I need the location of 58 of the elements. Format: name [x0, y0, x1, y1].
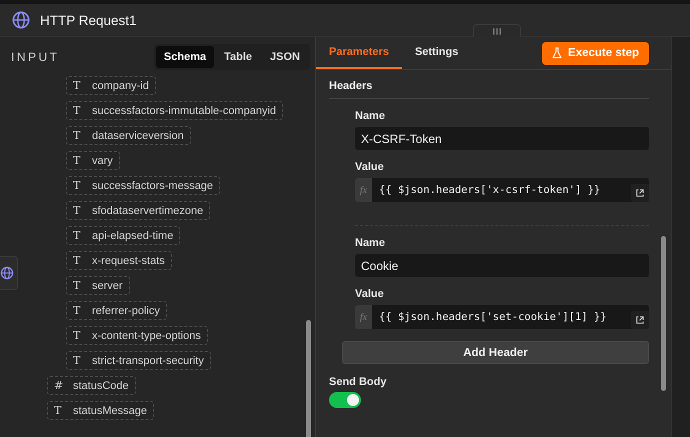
field-label: Send Body [329, 376, 388, 388]
type-icon: T [73, 104, 83, 117]
expand-button[interactable] [631, 184, 649, 202]
type-icon: T [73, 154, 83, 167]
schema-field[interactable]: T x-content-type-options [66, 326, 208, 345]
type-icon: T [73, 329, 83, 342]
window-title: HTTP Request1 [40, 12, 137, 28]
schema-field[interactable]: T strict-transport-security [66, 351, 211, 370]
flask-icon [552, 47, 562, 59]
schema-field[interactable]: T company-id [66, 76, 156, 95]
expression-field[interactable]: fx {{ $json.headers['x-csrf-token'] }} [355, 178, 649, 202]
type-icon: T [73, 279, 83, 292]
schema-field[interactable]: T api-elapsed-time [66, 226, 180, 245]
schema-field[interactable]: T x-request-stats [66, 251, 172, 270]
schema-field[interactable]: T referrer-policy [66, 301, 167, 320]
drag-handle[interactable] [473, 24, 521, 37]
view-tab[interactable]: Schema [156, 46, 214, 68]
input-field[interactable]: Cookie [355, 254, 649, 277]
schema-field[interactable]: # statusCode [47, 376, 136, 395]
field-label: Value [355, 288, 385, 300]
schema-field[interactable]: T dataserviceversion [66, 126, 191, 145]
type-icon: T [73, 179, 83, 192]
view-tab[interactable]: JSON [262, 46, 308, 68]
schema-field[interactable]: T server [66, 276, 130, 295]
schema-field[interactable]: T successfactors-message [66, 176, 220, 195]
input-field[interactable]: X-CSRF-Token [355, 127, 649, 150]
type-icon: T [73, 129, 83, 142]
view-tab[interactable]: Table [216, 46, 260, 68]
field-label: Value [355, 161, 385, 173]
fx-icon: fx [355, 178, 372, 202]
fx-icon: fx [355, 305, 372, 329]
panel-label: INPUT [11, 50, 60, 64]
open-editor-icon [636, 316, 644, 324]
panel-tab[interactable]: Settings [402, 37, 472, 69]
type-icon: T [73, 304, 83, 317]
panel-tab[interactable]: Parameters [316, 37, 402, 69]
open-editor-icon [636, 188, 644, 196]
type-icon: T [73, 204, 83, 217]
type-icon: T [73, 79, 83, 92]
schema-field[interactable]: T successfactors-immutable-companyid [66, 101, 284, 120]
type-icon: T [73, 229, 83, 242]
globe-icon [0, 266, 14, 280]
section-title: Headers [329, 80, 649, 99]
schema-field[interactable]: T sfodataservertimezone [66, 201, 210, 220]
node-button[interactable] [0, 256, 18, 290]
toggle-switch[interactable] [329, 392, 361, 408]
field-label: Name [355, 110, 386, 122]
schema-field[interactable]: T vary [66, 151, 120, 170]
add-header-button[interactable]: Add Header [342, 341, 649, 364]
expand-button[interactable] [631, 310, 649, 328]
type-icon: T [73, 354, 83, 367]
type-icon: T [54, 404, 64, 417]
globe-icon [12, 11, 30, 29]
type-icon: # [54, 379, 64, 392]
type-icon: T [73, 254, 83, 267]
expression-field[interactable]: fx {{ $json.headers['set-cookie'][1] }} [355, 305, 649, 329]
field-label: Name [355, 237, 386, 249]
schema-field[interactable]: T statusMessage [47, 401, 154, 420]
